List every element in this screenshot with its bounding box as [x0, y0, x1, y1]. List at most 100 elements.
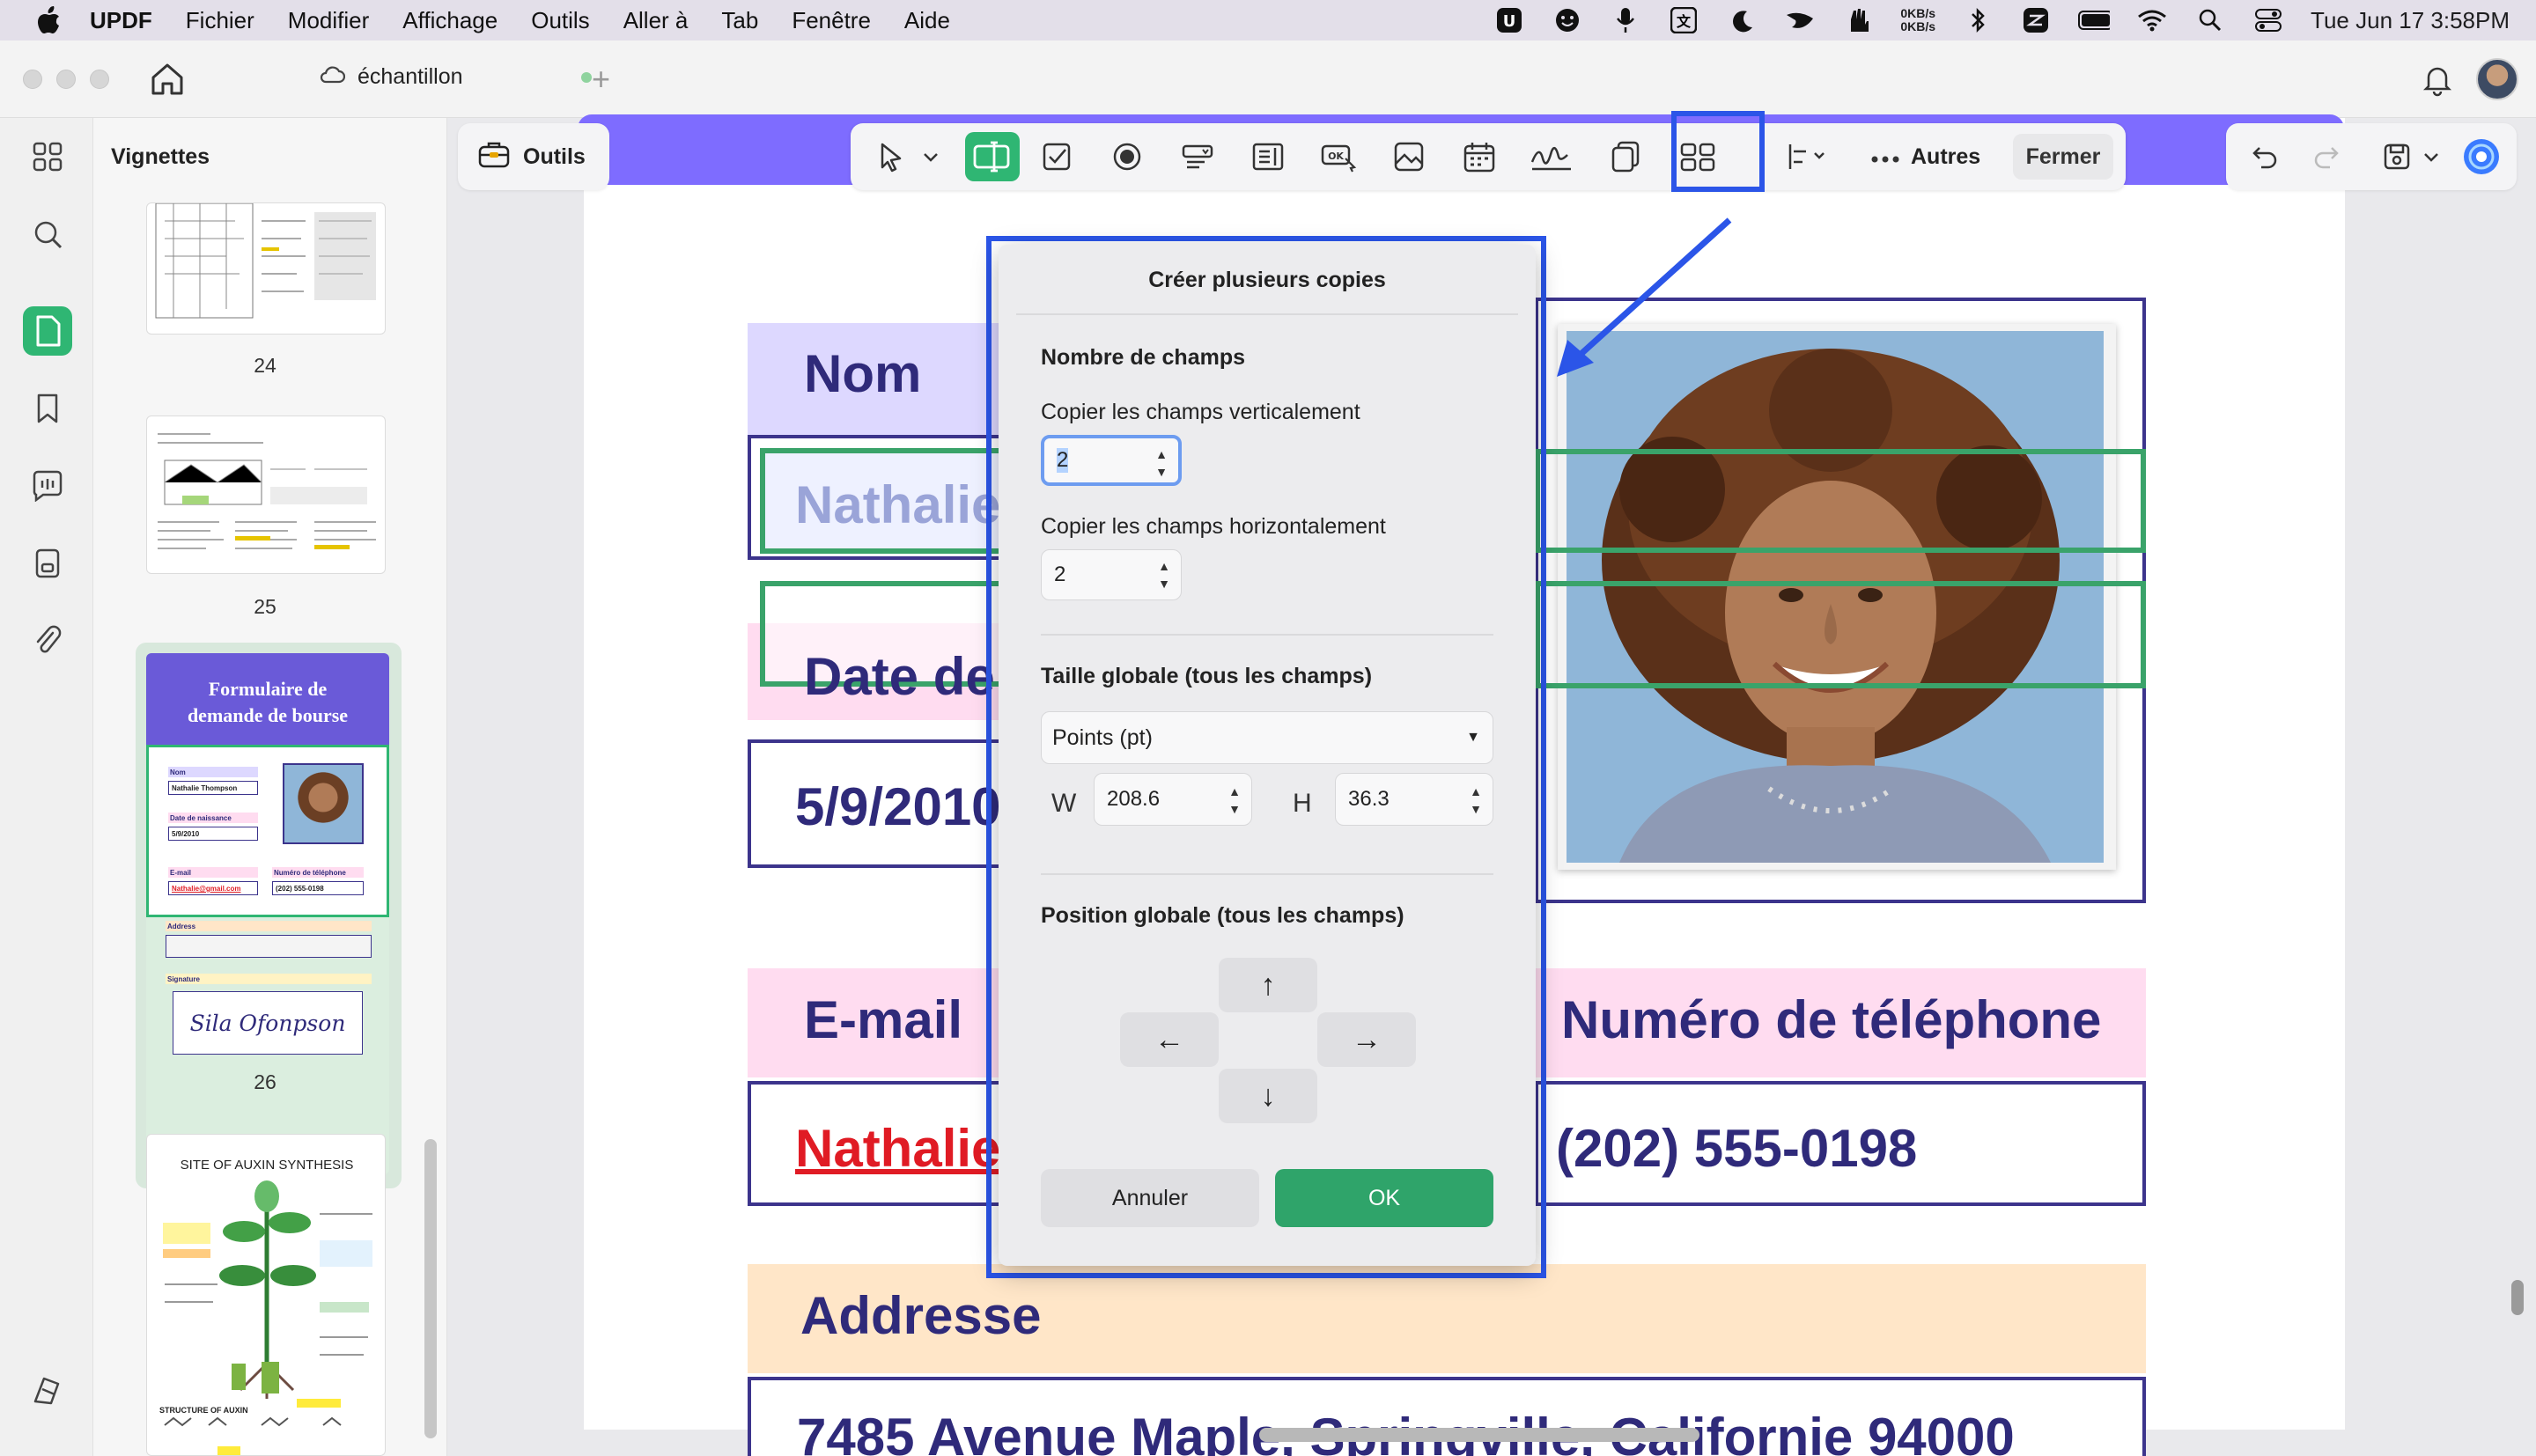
copy-vertical-value: 2	[1057, 448, 1069, 473]
date-field-tool-icon[interactable]	[1455, 132, 1504, 181]
button-tool-icon[interactable]: OK	[1314, 132, 1363, 181]
align-fields-icon[interactable]	[1780, 132, 1833, 181]
window-zoom-button[interactable]	[90, 70, 109, 89]
signature-field-tool-icon[interactable]	[1523, 132, 1580, 181]
battery-icon[interactable]	[2078, 6, 2111, 34]
combo-box-tool-icon[interactable]	[1173, 132, 1222, 181]
menu-affichage[interactable]: Affichage	[402, 7, 498, 34]
stepper-arrows-icon[interactable]: ▲ ▼	[1228, 783, 1241, 818]
wifi-icon[interactable]	[2136, 6, 2168, 34]
name-label: Nom	[804, 344, 922, 403]
list-box-tool-icon[interactable]	[1243, 132, 1293, 181]
control-center-icon[interactable]	[2252, 6, 2284, 34]
microphone-icon[interactable]	[1610, 6, 1641, 34]
copy-horizontal-stepper[interactable]: 2 ▲ ▼	[1041, 549, 1182, 600]
search-icon[interactable]	[23, 210, 72, 259]
move-left-arrow-icon[interactable]: ←	[1120, 1012, 1219, 1067]
ai-assistant-icon[interactable]	[2457, 132, 2506, 181]
height-value: 36.3	[1348, 787, 1390, 811]
spotlight-search-icon[interactable]	[2194, 6, 2226, 34]
checkbox-tool-icon[interactable]	[1032, 132, 1081, 181]
hand-icon[interactable]	[1842, 6, 1874, 34]
tools-button[interactable]: Outils	[458, 123, 609, 190]
height-stepper[interactable]: 36.3 ▲ ▼	[1335, 773, 1493, 826]
text-field-tool-icon[interactable]	[965, 132, 1020, 181]
ok-button[interactable]: OK	[1275, 1169, 1493, 1227]
copied-field-preview-2[interactable]	[1535, 581, 2146, 688]
move-down-arrow-icon[interactable]: ↓	[1219, 1069, 1317, 1123]
date-value: 5/9/2010	[795, 777, 1001, 836]
window-close-button[interactable]	[23, 70, 42, 89]
thumbnail-page-24-number: 24	[254, 354, 276, 377]
copy-vertical-stepper[interactable]: 2 ▲ ▼	[1041, 435, 1182, 486]
image-field-tool-icon[interactable]	[1384, 132, 1434, 181]
bird-icon[interactable]	[1784, 6, 1816, 34]
input-method-icon[interactable]: 文	[1668, 6, 1699, 34]
close-form-mode-button[interactable]: Fermer	[2013, 134, 2113, 180]
name-value: Nathalie	[795, 475, 1001, 534]
more-tools-button[interactable]: Autres	[1870, 123, 1980, 190]
thumbnail-page-27[interactable]: SITE OF AUXIN SYNTHESIS STRUCTURE OF AUX…	[146, 1134, 386, 1456]
select-cursor-icon[interactable]	[866, 132, 916, 181]
menu-fichier[interactable]: Fichier	[186, 7, 254, 34]
stepper-arrows-icon[interactable]: ▲ ▼	[1470, 783, 1482, 818]
menubar-clock[interactable]: Tue Jun 17 3:58PM	[2311, 7, 2510, 34]
thumbnail-page-26[interactable]: Formulaire de demande de bourse Nom Nath…	[146, 653, 389, 1174]
stepper-arrows-icon[interactable]: ▲ ▼	[1155, 445, 1168, 481]
home-icon[interactable]	[148, 60, 187, 99]
phone-value: (202) 555-0198	[1556, 1119, 1918, 1178]
bluetooth-icon[interactable]	[1962, 6, 1994, 34]
bookmark-icon[interactable]	[23, 384, 72, 433]
layers-icon[interactable]	[23, 1366, 72, 1416]
copied-field-preview-1[interactable]	[1535, 449, 2146, 553]
menu-aller-a[interactable]: Aller à	[623, 7, 689, 34]
menu-outils[interactable]: Outils	[531, 7, 589, 34]
horizontal-scrollbar[interactable]	[1259, 1428, 1699, 1442]
email-value[interactable]: Nathalie	[795, 1118, 1000, 1179]
cancel-button[interactable]: Annuler	[1041, 1169, 1259, 1227]
document-tab[interactable]: échantillon	[319, 63, 592, 91]
window-minimize-button[interactable]	[56, 70, 76, 89]
menu-aide[interactable]: Aide	[904, 7, 950, 34]
undo-icon[interactable]	[2240, 132, 2289, 181]
save-dropdown-chevron-icon[interactable]	[2418, 132, 2444, 181]
width-value: 208.6	[1107, 787, 1161, 811]
unit-select[interactable]: Points (pt) ▼	[1041, 711, 1493, 764]
grid-view-icon[interactable]	[23, 132, 72, 181]
bell-icon[interactable]	[2420, 62, 2455, 97]
dialog-title: Créer plusieurs copies	[1148, 268, 1386, 292]
menu-modifier[interactable]: Modifier	[288, 7, 369, 34]
thumbnails-scrollbar[interactable]	[424, 1139, 437, 1438]
save-icon[interactable]	[2372, 132, 2422, 181]
updf-status-icon[interactable]: U	[1493, 6, 1525, 34]
unit-select-value: Points (pt)	[1052, 724, 1153, 750]
document-stack-icon[interactable]	[23, 539, 72, 588]
redo-icon[interactable]	[2302, 132, 2351, 181]
thumbnail-page-25[interactable]	[146, 415, 386, 574]
menu-app-name[interactable]: UPDF	[90, 7, 152, 34]
stepper-arrows-icon[interactable]: ▲ ▼	[1158, 557, 1170, 592]
vertical-scrollbar[interactable]	[2511, 1280, 2524, 1315]
more-tools-label: Autres	[1911, 143, 1981, 169]
move-up-arrow-icon[interactable]: ↑	[1219, 958, 1317, 1012]
select-dropdown-chevron-icon[interactable]	[918, 132, 944, 181]
new-tab-plus-icon[interactable]: +	[592, 62, 610, 97]
menu-tab[interactable]: Tab	[721, 7, 758, 34]
user-avatar[interactable]	[2476, 58, 2518, 100]
emoji-icon[interactable]	[1552, 6, 1583, 34]
thumbnails-panel-title: Vignettes	[111, 144, 210, 169]
form-editing-toolbar: OK Autres Fermer	[851, 123, 2126, 190]
width-stepper[interactable]: 208.6 ▲ ▼	[1094, 773, 1252, 826]
width-label: W	[1051, 789, 1077, 818]
moon-icon[interactable]	[1726, 6, 1758, 34]
scribble-app-icon[interactable]	[2020, 6, 2052, 34]
radio-button-tool-icon[interactable]	[1102, 132, 1152, 181]
attachment-icon[interactable]	[23, 616, 72, 665]
menu-fenetre[interactable]: Fenêtre	[792, 7, 871, 34]
apple-logo-icon[interactable]	[32, 4, 65, 37]
duplicate-fields-icon[interactable]	[1601, 132, 1650, 181]
thumbnail-page-24[interactable]	[146, 202, 386, 335]
thumbnails-icon[interactable]	[23, 306, 72, 356]
comment-icon[interactable]	[23, 461, 72, 511]
move-right-arrow-icon[interactable]: →	[1317, 1012, 1416, 1067]
